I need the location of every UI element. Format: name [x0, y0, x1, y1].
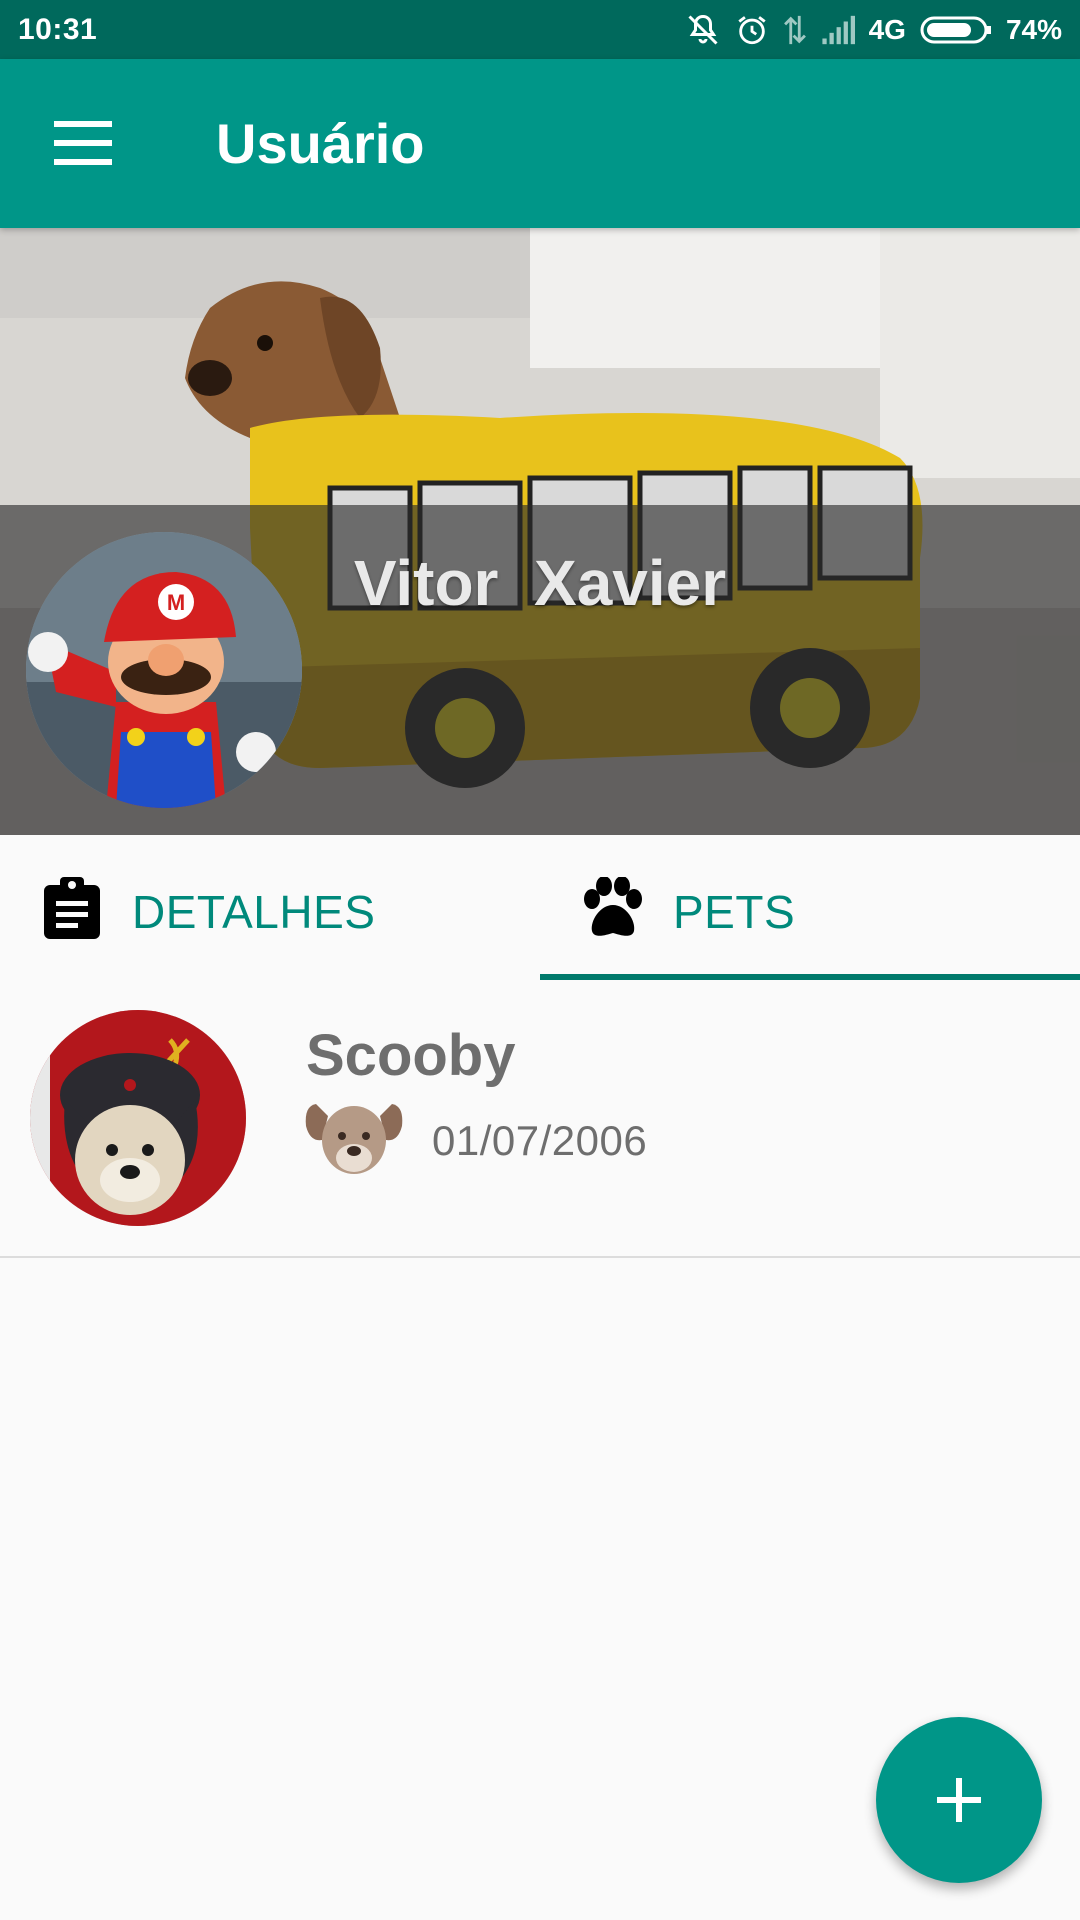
paw-icon	[584, 877, 642, 936]
selected-tab-indicator	[540, 974, 1080, 980]
list-item[interactable]: Scooby 01/07/2006	[0, 990, 1080, 1258]
pet-photo	[30, 1010, 246, 1226]
pet-avatar	[30, 1010, 246, 1226]
hamburger-menu-icon[interactable]	[54, 121, 112, 165]
status-time: 10:31	[18, 13, 98, 46]
svg-text:M: M	[167, 590, 185, 615]
pet-birth-date: 01/07/2006	[432, 1117, 648, 1164]
tab-pets[interactable]: PETS	[540, 835, 1080, 980]
status-icons: 4G 74%	[685, 10, 1062, 50]
network-type: 4G	[868, 14, 906, 45]
battery-icon	[920, 16, 991, 44]
clipboard-icon	[44, 877, 100, 939]
tab-pets-label: PETS	[673, 886, 796, 938]
alarm-icon	[737, 16, 766, 45]
page-title: Usuário	[216, 112, 425, 175]
mario-figure-image: M	[26, 532, 302, 808]
status-bar: 10:31 4G 74%	[0, 0, 1080, 59]
app-bar: Usuário	[0, 59, 1080, 228]
user-avatar[interactable]: M	[26, 532, 302, 808]
tab-bar: DETALHES PETS	[0, 835, 1080, 980]
battery-percentage: 74%	[1005, 14, 1062, 45]
profile-header: Vitor Xavier M	[0, 228, 1080, 835]
tab-details-label: DETALHES	[132, 886, 376, 938]
tab-details[interactable]: DETALHES	[0, 835, 540, 980]
dog-icon	[305, 1104, 403, 1174]
pet-name: Scooby	[306, 1023, 516, 1088]
silent-icon	[688, 14, 718, 45]
plus-icon	[937, 1778, 981, 1822]
signal-icon	[822, 15, 855, 45]
add-pet-button[interactable]	[876, 1717, 1042, 1883]
data-arrows-icon	[783, 15, 806, 45]
